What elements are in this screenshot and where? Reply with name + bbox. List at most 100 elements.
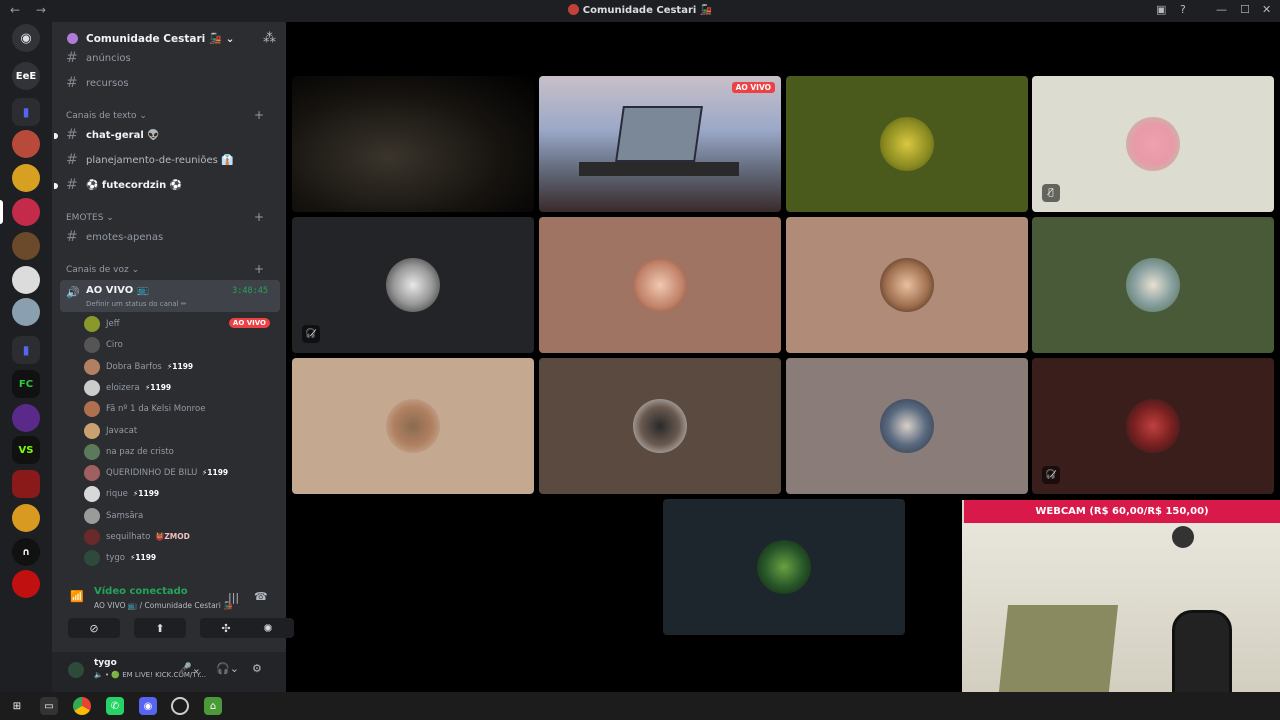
- server-avatar[interactable]: [12, 164, 40, 192]
- voice-user[interactable]: sequilhato 👹ZMOD: [84, 527, 274, 547]
- user-avatar[interactable]: [66, 660, 86, 680]
- server-avatar[interactable]: [12, 570, 40, 598]
- voice-user[interactable]: rique ⚡1199: [84, 484, 274, 504]
- voice-user-name: rique: [106, 489, 128, 500]
- voice-connected-status[interactable]: Vídeo conectado: [94, 586, 188, 597]
- discord-icon[interactable]: ◉: [139, 697, 157, 715]
- close-icon[interactable]: ✕: [1262, 3, 1271, 16]
- server-avatar[interactable]: [12, 232, 40, 260]
- server-vs-icon[interactable]: VS: [12, 436, 40, 464]
- create-channel-icon[interactable]: +: [254, 210, 264, 224]
- user-avatar: [1126, 258, 1180, 312]
- server-avatar[interactable]: [12, 470, 40, 498]
- user-badge: ⚡1199: [145, 382, 172, 392]
- taskbar: ⊞ ▭ ✆ ◉ ⌂: [0, 692, 1280, 720]
- video-tile-user[interactable]: 🎙̸: [1032, 76, 1274, 212]
- channel-futecordzin[interactable]: # ⚽ futecordzin ⚽: [54, 175, 280, 197]
- channel-label: chat-geral 👽: [86, 130, 160, 141]
- voice-user[interactable]: eloizera ⚡1199: [84, 378, 274, 398]
- app-icon[interactable]: ⌂: [204, 697, 222, 715]
- minimize-icon[interactable]: —: [1216, 3, 1227, 16]
- video-tile-camera[interactable]: [292, 76, 534, 212]
- server-fc-icon[interactable]: FC: [12, 370, 40, 398]
- soundboard-button[interactable]: ✺: [242, 618, 294, 638]
- video-tile-user[interactable]: 🎧̸: [1032, 358, 1274, 494]
- selected-server-pill: [0, 200, 3, 224]
- help-icon[interactable]: ?: [1180, 3, 1186, 16]
- channel-label: planejamento-de-reuniões 👔: [86, 155, 234, 166]
- camera-off-button[interactable]: ⊘: [68, 618, 120, 638]
- video-tile-user[interactable]: [663, 499, 905, 635]
- invite-people-icon[interactable]: ⁂: [263, 31, 276, 46]
- terminal-icon[interactable]: ▭: [40, 697, 58, 715]
- voice-user[interactable]: Saṃsāra: [84, 506, 274, 526]
- voice-user[interactable]: Dobra Barfos ⚡1199: [84, 357, 274, 377]
- signal-icon[interactable]: 📶: [70, 590, 84, 603]
- voice-user[interactable]: QUERIDINHO DE BILU ⚡1199: [84, 463, 274, 483]
- windows-start-icon[interactable]: ⊞: [8, 697, 26, 715]
- hash-icon: #: [66, 75, 78, 91]
- microphone-icon[interactable]: 🎤⌄: [178, 662, 201, 675]
- video-tile-user[interactable]: 🎧̸: [292, 217, 534, 353]
- server-avatar[interactable]: [12, 266, 40, 294]
- voice-user[interactable]: Javacat: [84, 421, 274, 441]
- server-name[interactable]: Comunidade Cestari 🚂 ⌄: [86, 32, 234, 45]
- channel-label: recursos: [86, 78, 129, 89]
- voice-user-name: Ciro: [106, 340, 123, 351]
- voice-user[interactable]: Jeff AO VIVO: [84, 314, 274, 334]
- avatar: [84, 465, 100, 482]
- channel-recursos[interactable]: # recursos: [60, 73, 280, 95]
- category-text[interactable]: Canais de texto ⌄ +: [66, 108, 264, 122]
- channel-emotes-apenas[interactable]: # emotes-apenas: [60, 227, 280, 249]
- video-tile-stream[interactable]: AO VIVO: [539, 76, 781, 212]
- headphones-server-icon[interactable]: ∩: [12, 538, 40, 566]
- voice-location[interactable]: AO VIVO 📺 / Comunidade Cestari 🚂: [94, 601, 233, 610]
- server-avatar[interactable]: [12, 404, 40, 432]
- voice-channel-label: AO VIVO 📺: [86, 285, 150, 296]
- video-tile-user[interactable]: [539, 217, 781, 353]
- inbox-icon[interactable]: ▣: [1156, 3, 1166, 16]
- voice-user[interactable]: tygo ⚡1199: [84, 548, 274, 568]
- create-channel-icon[interactable]: +: [254, 108, 264, 122]
- avatar: [84, 337, 100, 354]
- share-screen-button[interactable]: ⬆: [134, 618, 186, 638]
- headphones-icon[interactable]: 🎧⌄: [216, 662, 239, 675]
- server-eee[interactable]: EeE: [12, 62, 40, 90]
- channel-chat-geral[interactable]: # chat-geral 👽: [54, 125, 280, 147]
- voice-user[interactable]: Ciro: [84, 335, 274, 355]
- discord-home-icon[interactable]: ◉: [12, 24, 40, 52]
- disconnect-icon[interactable]: ☎: [254, 590, 268, 603]
- video-tile-user[interactable]: [786, 217, 1028, 353]
- user-avatar: [1126, 117, 1180, 171]
- video-tile-user[interactable]: [539, 358, 781, 494]
- channel-anuncios[interactable]: # anúncios: [60, 48, 280, 70]
- server-avatar[interactable]: [12, 130, 40, 158]
- server-avatar[interactable]: [12, 298, 40, 326]
- create-channel-icon[interactable]: +: [254, 262, 264, 276]
- user-avatar: [1126, 399, 1180, 453]
- chrome-icon[interactable]: [73, 697, 91, 715]
- video-tile-user[interactable]: [786, 358, 1028, 494]
- voice-user[interactable]: na paz de cristo: [84, 442, 274, 462]
- folder-icon[interactable]: ▮: [12, 98, 40, 126]
- video-tile-user[interactable]: [292, 358, 534, 494]
- user-name[interactable]: tygo: [94, 658, 117, 668]
- server-avatar[interactable]: [12, 504, 40, 532]
- obs-icon[interactable]: [171, 697, 189, 715]
- category-emotes[interactable]: EMOTES ⌄ +: [66, 210, 264, 224]
- voice-channel-ao-vivo[interactable]: 🔊 AO VIVO 📺 3:48:45 Definir um status do…: [60, 280, 280, 312]
- video-tile-user[interactable]: [1032, 217, 1274, 353]
- video-tile-user[interactable]: [786, 76, 1028, 212]
- noise-suppression-icon[interactable]: |||: [228, 591, 239, 604]
- voice-user[interactable]: Fã nº 1 da Kelsi Monroe: [84, 399, 274, 419]
- maximize-icon[interactable]: ☐: [1240, 3, 1250, 16]
- set-channel-status[interactable]: Definir um status do canal ✏: [86, 300, 187, 308]
- category-voice[interactable]: Canais de voz ⌄ +: [66, 262, 264, 276]
- folder-icon[interactable]: ▮: [12, 336, 40, 364]
- whatsapp-icon[interactable]: ✆: [106, 697, 124, 715]
- settings-gear-icon[interactable]: ⚙: [252, 662, 262, 675]
- channel-planejamento[interactable]: # planejamento-de-reuniões 👔: [60, 150, 280, 172]
- channel-label: anúncios: [86, 53, 131, 64]
- server-avatar[interactable]: [12, 198, 40, 226]
- voice-user-name: Saṃsāra: [106, 510, 144, 521]
